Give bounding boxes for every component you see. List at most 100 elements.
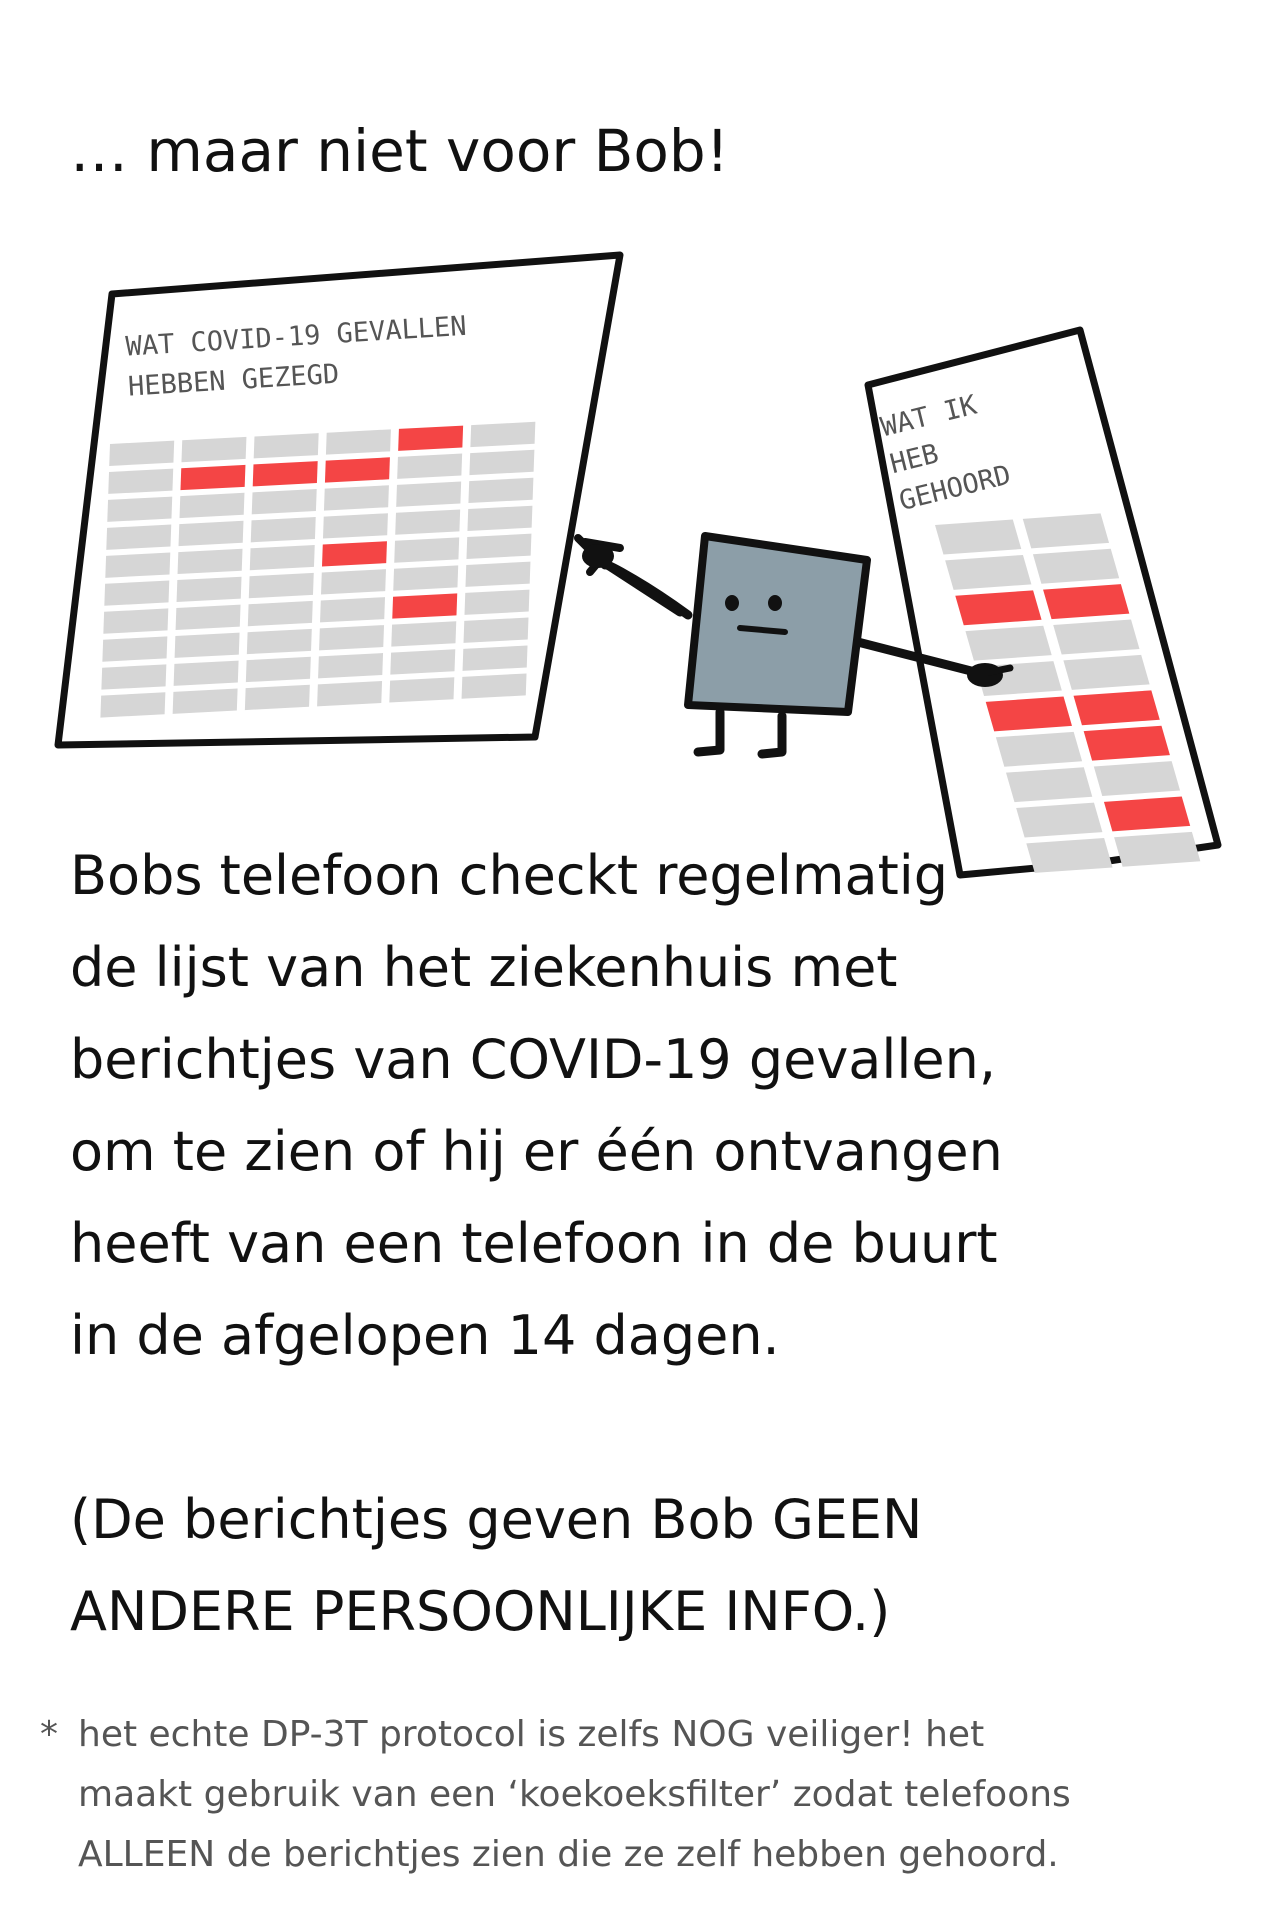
covid-list-cell-red (180, 464, 246, 491)
covid-list-cell (321, 569, 386, 595)
covid-list-cell (469, 449, 535, 476)
covid-list-cell (468, 477, 534, 504)
covid-list-cell (109, 440, 175, 466)
covid-list-cell (317, 681, 383, 707)
covid-list-cell (245, 656, 311, 683)
covid-list-cell (244, 684, 310, 711)
heard-list-cell-red (985, 696, 1072, 732)
covid-list-cell (249, 544, 315, 571)
covid-list-cell (390, 649, 456, 675)
covid-list-cell-red (324, 457, 390, 483)
covid-list-cell (174, 632, 240, 658)
covid-list-cell (466, 533, 532, 559)
covid-list-cell (461, 673, 527, 699)
phone-body (684, 532, 871, 716)
covid-list-cell (462, 645, 528, 671)
covid-list-cell (322, 513, 388, 539)
covid-list-cell (108, 468, 174, 494)
heard-list-cell (1063, 654, 1150, 690)
covid-list-cell (247, 600, 313, 627)
body-line: de lijst van het ziekenhuis met (70, 936, 898, 999)
heard-list-cell (1006, 767, 1093, 803)
covid-list-cell (100, 692, 166, 718)
covid-list-cell (251, 489, 317, 515)
heard-list-cell-red (1103, 796, 1191, 832)
covid-list-cell (105, 552, 171, 578)
covid-list-cell (253, 433, 319, 459)
covid-list-cell (176, 576, 242, 603)
phone-left-eye (725, 595, 739, 611)
covid-list-cell (102, 636, 168, 662)
covid-list-cell (107, 496, 173, 522)
covid-cases-list: WAT COVID-19 GEVALLEN HEBBEN GEZEGD (54, 251, 624, 749)
covid-list-cell (104, 580, 170, 606)
heard-list-cell (945, 554, 1032, 590)
covid-list-cell (396, 481, 462, 507)
footnote-line: het echte DP-3T protocol is zelfs NOG ve… (78, 1714, 985, 1755)
note-line: (De berichtjes geven Bob GEEN (70, 1488, 923, 1551)
footnote-line: ALLEEN de berichtjes zien die ze zelf he… (78, 1834, 1059, 1875)
covid-list-cell-red (252, 461, 318, 487)
heard-list-cell (1032, 548, 1120, 584)
covid-list-cell (179, 492, 245, 519)
covid-list-cell-red (392, 593, 458, 619)
covid-list-cell (320, 597, 386, 623)
body-line: om te zien of hij er één ontvangen (70, 1120, 1003, 1183)
covid-list-cell (389, 677, 455, 703)
phone-right-leg (757, 711, 787, 759)
covid-list-cell (395, 509, 461, 535)
heard-list: WAT IK HEB GEHOORD (864, 326, 1222, 879)
heard-list-cell-red (1073, 690, 1160, 726)
covid-list-cell (463, 617, 529, 643)
covid-list-cell (246, 628, 312, 655)
covid-list-cell (397, 453, 463, 479)
covid-list-cell (106, 524, 172, 550)
covid-list-cell (250, 516, 316, 543)
note-line: ANDERE PERSOONLIJKE INFO.) (70, 1580, 891, 1643)
covid-list-cell (175, 604, 241, 630)
covid-list-cell (248, 572, 314, 599)
heard-list-cell (1093, 761, 1181, 796)
covid-list-cell (101, 664, 167, 690)
phone-mouth (737, 625, 788, 635)
body-line: heeft van een telefoon in de buurt (70, 1212, 998, 1275)
footnote-asterisk: * (40, 1714, 58, 1755)
phone-right-eye (768, 595, 782, 611)
covid-list-cell (318, 653, 384, 679)
body-line: berichtjes van COVID-19 gevallen, (70, 1028, 996, 1091)
footnote-line: maakt gebruik van een ‘koekoeksfilter’ z… (78, 1774, 1071, 1815)
heard-list-cell (965, 625, 1052, 661)
heard-list-cell (1022, 513, 1110, 549)
phone-right-fist (967, 663, 1003, 687)
covid-list-cell (470, 421, 536, 448)
phone-left-leg (693, 707, 725, 757)
covid-list-cell-red (398, 425, 464, 451)
covid-list-cell (181, 436, 247, 463)
covid-list-cell (465, 561, 531, 587)
heard-list-cell-red (955, 590, 1042, 626)
covid-list-cell (103, 608, 169, 634)
phone-left-fist (582, 544, 614, 568)
heard-list-cell-red (1083, 725, 1170, 761)
heard-list-cell (995, 731, 1083, 767)
body-line: in de afgelopen 14 dagen. (70, 1304, 780, 1367)
explanation-text: Bobs telefoon checkt regelmatig de lijst… (70, 830, 1220, 1658)
covid-list-cell (323, 485, 389, 511)
covid-list-cell (172, 688, 238, 714)
body-line: Bobs telefoon checkt regelmatig (70, 844, 949, 907)
heard-list-cell (935, 519, 1022, 555)
covid-list-cell (177, 548, 243, 575)
covid-list-cell (325, 429, 391, 455)
covid-list-cell (467, 505, 533, 532)
covid-list-cell (173, 660, 239, 686)
covid-list-cell (464, 589, 530, 615)
covid-list-cell (178, 520, 244, 547)
covid-list-cell (391, 621, 457, 647)
covid-list-cell (394, 537, 460, 563)
heard-list-cell (1053, 619, 1140, 655)
covid-list-cell (319, 625, 385, 651)
heard-list-cell-red (1043, 584, 1130, 620)
covid-list-cell (393, 565, 459, 591)
footnote: * het echte DP-3T protocol is zelfs NOG … (40, 1705, 1250, 1885)
covid-list-cell-red (321, 541, 387, 567)
